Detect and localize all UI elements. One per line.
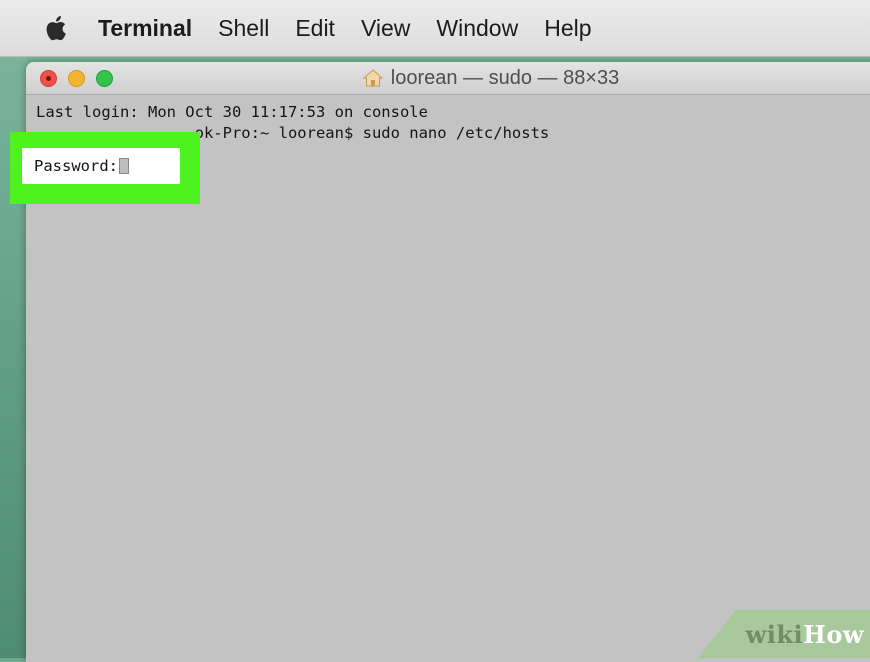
text-cursor — [119, 158, 129, 174]
zoom-button[interactable] — [96, 70, 113, 87]
menu-edit[interactable]: Edit — [295, 15, 335, 42]
password-prompt[interactable]: Password: — [22, 148, 180, 184]
menu-bar: Terminal Shell Edit View Window Help — [0, 0, 870, 57]
watermark-text: wikiHow — [745, 619, 864, 649]
menu-view[interactable]: View — [361, 15, 410, 42]
menu-help[interactable]: Help — [544, 15, 591, 42]
window-title: loorean — sudo — 88×33 — [26, 62, 870, 94]
close-button[interactable] — [40, 70, 57, 87]
title-bar[interactable]: loorean — sudo — 88×33 — [26, 62, 870, 95]
terminal-line: Last login: Mon Oct 30 11:17:53 on conso… — [36, 103, 428, 121]
apple-logo-icon[interactable] — [42, 12, 68, 44]
menu-window[interactable]: Window — [436, 15, 518, 42]
minimize-button[interactable] — [68, 70, 85, 87]
menu-terminal[interactable]: Terminal — [98, 15, 192, 42]
menu-shell[interactable]: Shell — [218, 15, 269, 42]
window-title-text: loorean — sudo — 88×33 — [390, 66, 620, 89]
password-label: Password: — [34, 157, 118, 175]
home-folder-icon — [362, 69, 383, 87]
